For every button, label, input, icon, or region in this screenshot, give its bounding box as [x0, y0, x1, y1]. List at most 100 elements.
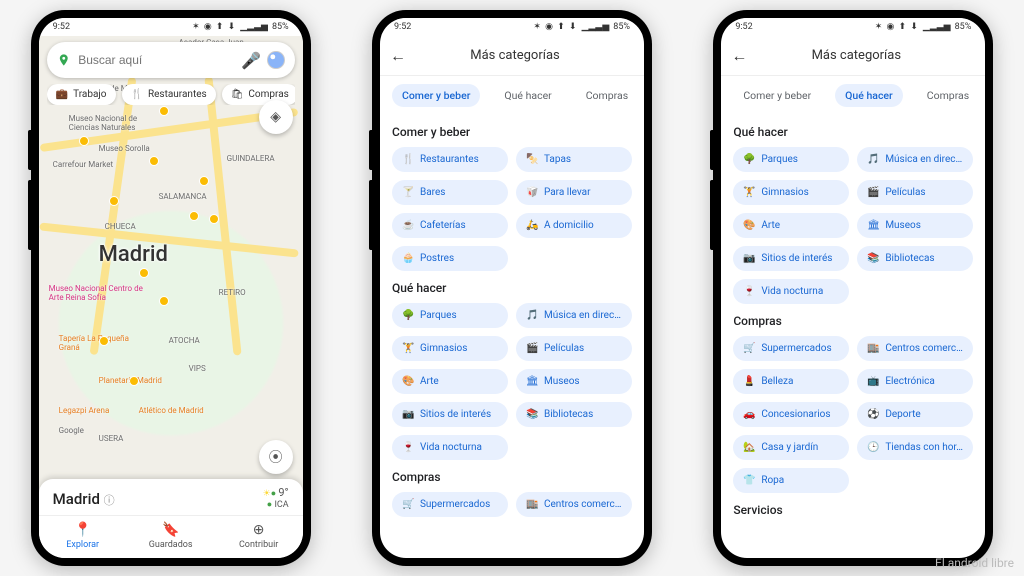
category-pill[interactable]: 🎬Películas: [516, 336, 632, 361]
tab-comer[interactable]: Comer y beber: [733, 84, 821, 107]
category-pill[interactable]: 🏡Casa y jardín: [733, 435, 849, 460]
category-pill[interactable]: 🛒Supermercados: [733, 336, 849, 361]
category-pill[interactable]: 🏛Museos: [857, 213, 973, 238]
pill-icon: 🌳: [402, 310, 414, 321]
status-icons: ✶ ◉ ⬆ ⬇: [192, 22, 236, 32]
category-pill[interactable]: 🍸 Bares: [392, 180, 508, 205]
section-que-hacer: Qué hacer: [733, 125, 973, 139]
category-pill[interactable]: ☕Cafeterías: [392, 213, 508, 238]
category-pill[interactable]: 🍢Tapas: [516, 147, 632, 172]
pill-icon: 🏛: [867, 220, 879, 231]
explore-icon: 📍: [39, 522, 127, 538]
map-label: CHUECA: [105, 222, 136, 231]
pill-icon: 🛒: [402, 499, 414, 510]
category-pill[interactable]: 🍷Vida nocturna: [733, 279, 849, 304]
search-bar[interactable]: 🎤: [47, 42, 295, 78]
weather-block: ☀● 9° ● ICA: [263, 487, 289, 511]
pill-label: Bares: [420, 187, 445, 198]
category-pill[interactable]: 📷Sitios de interés: [733, 246, 849, 271]
category-pill[interactable]: 🏬Centros comerc...: [516, 492, 632, 517]
pill-label: Supermercados: [761, 343, 831, 354]
pill-icon: 🎵: [526, 310, 538, 321]
briefcase-icon: 💼: [56, 89, 68, 100]
category-pill[interactable]: 👕Ropa: [733, 468, 849, 493]
category-pill[interactable]: 🍷Vida nocturna: [392, 435, 508, 460]
category-pill[interactable]: 💄Belleza: [733, 369, 849, 394]
category-pill[interactable]: 🎬 Películas: [857, 180, 973, 205]
chip-row: 💼 Trabajo 🍴 Restaurantes 🛍 Compras: [47, 84, 295, 105]
locate-button[interactable]: ⦿: [259, 440, 293, 474]
category-pill[interactable]: 🌳Parques: [733, 147, 849, 172]
pill-icon: 🍸: [402, 187, 414, 198]
chip-trabajo[interactable]: 💼 Trabajo: [47, 84, 116, 105]
category-pill[interactable]: 🎵Música en direc...: [516, 303, 632, 328]
pill-label: Ropa: [761, 475, 784, 486]
category-pill[interactable]: 🎨Arte: [392, 369, 508, 394]
category-pill[interactable]: 🚗Concesionarios: [733, 402, 849, 427]
pill-label: Belleza: [761, 376, 793, 387]
pill-label: Museos: [544, 376, 580, 387]
tab-que-hacer[interactable]: Qué hacer: [835, 84, 903, 107]
status-bar: 9:52 ✶ ◉ ⬆ ⬇ ▁▂▃▅ 85%: [721, 18, 985, 36]
map-label: GUINDALERA: [227, 154, 275, 163]
tab-que-hacer[interactable]: Qué hacer: [494, 84, 561, 107]
category-pill[interactable]: 🎵Música en direc...: [857, 147, 973, 172]
map-label: SALAMANCA: [159, 192, 207, 201]
pill-label: Supermercados: [420, 499, 490, 510]
layers-button[interactable]: ◈: [259, 100, 293, 134]
category-pill[interactable]: 🏋Gimnasios: [392, 336, 508, 361]
avatar[interactable]: [267, 51, 284, 69]
category-pill[interactable]: 📚Bibliotecas: [516, 402, 632, 427]
nav-contribuir[interactable]: ⊕ Contribuir: [215, 516, 303, 558]
category-pill[interactable]: 🏋Gimnasios: [733, 180, 849, 205]
pill-label: Parques: [761, 154, 798, 165]
tab-compras[interactable]: Compras: [917, 84, 979, 107]
status-signal: ▁▂▃▅: [240, 22, 268, 32]
map-label: Museo Nacional de Ciencias Naturales: [69, 114, 169, 132]
category-pill[interactable]: 🧁Postres: [392, 246, 508, 271]
tab-compras[interactable]: Compras: [576, 84, 638, 107]
categories-body[interactable]: Comer y beber 🍴Restaurantes🍢Tapas🍸Bares🥡…: [380, 115, 644, 558]
chip-label: Restaurantes: [148, 89, 207, 100]
pill-icon: 🎬: [867, 187, 879, 198]
category-pill[interactable]: 📺Electrónica: [857, 369, 973, 394]
mic-icon[interactable]: 🎤: [241, 51, 259, 69]
category-pill[interactable]: 🍴Restaurantes: [392, 147, 508, 172]
bottom-sheet[interactable]: Madrid ⓘ ☀● 9° ● ICA 📍 Explorar 🔖 Guarda…: [39, 479, 303, 558]
category-pill[interactable]: 🥡Para llevar: [516, 180, 632, 205]
tab-comer[interactable]: Comer y beber: [392, 84, 480, 107]
category-pill[interactable]: 🕒Tiendas con hor...: [857, 435, 973, 460]
restaurant-icon: 🍴: [131, 89, 143, 100]
categories-body[interactable]: Qué hacer 🌳Parques 🎵Música en direc... 🏋Gi…: [721, 115, 985, 558]
map-label: VIPS: [189, 364, 206, 373]
pill-icon: 🏬: [867, 343, 879, 354]
map-label: USERA: [99, 434, 124, 443]
chip-restaurantes[interactable]: 🍴 Restaurantes: [122, 84, 216, 105]
map-canvas[interactable]: Asador Casa Juan Politécnica de Madrid B…: [39, 36, 303, 558]
search-input[interactable]: [78, 53, 233, 67]
category-pill[interactable]: 📷Sitios de interés: [392, 402, 508, 427]
phone-2: 9:52 ✶ ◉ ⬆ ⬇ ▁▂▃▅ 85% ← Más categorías C…: [372, 10, 652, 566]
category-pill[interactable]: 🎨Arte: [733, 213, 849, 238]
category-pill[interactable]: ⚽Deporte: [857, 402, 973, 427]
map-label: Museo Nacional Centro de Arte Reina Sofí…: [49, 284, 159, 302]
category-pill[interactable]: 🏛Museos: [516, 369, 632, 394]
pill-icon: 🎬: [526, 343, 538, 354]
category-pill[interactable]: 📚Bibliotecas: [857, 246, 973, 271]
pill-label: Para llevar: [544, 187, 591, 198]
category-pill[interactable]: 🏬Centros comerc...: [857, 336, 973, 361]
pill-icon: 🏋: [743, 187, 755, 198]
category-pill[interactable]: 🛒 Supermercados: [392, 492, 508, 517]
phone-3: 9:52 ✶ ◉ ⬆ ⬇ ▁▂▃▅ 85% ← Más categorías C…: [713, 10, 993, 566]
category-pill[interactable]: 🛵A domicilio: [516, 213, 632, 238]
pill-label: Concesionarios: [761, 409, 830, 420]
nav-explorar[interactable]: 📍 Explorar: [39, 516, 127, 558]
pill-icon: ☕: [402, 220, 414, 231]
pill-label: Casa y jardín: [761, 442, 818, 453]
pill-icon: 🏬: [526, 499, 538, 510]
pill-label: Películas: [885, 187, 925, 198]
category-pill[interactable]: 🌳Parques: [392, 303, 508, 328]
nav-guardados[interactable]: 🔖 Guardados: [127, 516, 215, 558]
categories-header: ← Más categorías: [721, 36, 985, 76]
categories-header: ← Más categorías: [380, 36, 644, 76]
